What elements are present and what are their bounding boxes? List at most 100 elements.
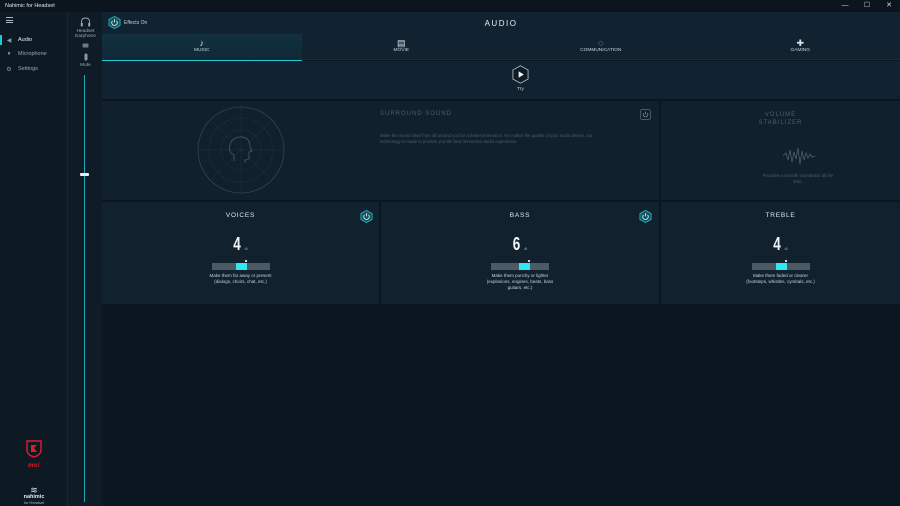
gamepad-icon: ✚	[796, 38, 805, 48]
voices-panel: VOICES 4 dB Make them far away or presen…	[102, 202, 379, 304]
tab-label: MOVIE	[393, 48, 409, 53]
surround-power-button[interactable]	[640, 109, 651, 120]
nahimic-logo: ≋ nahimic for Headset	[18, 485, 50, 506]
bass-desc-line: guitars, etc.)	[507, 285, 533, 290]
headset-device[interactable]: Headset Earphone	[68, 17, 103, 39]
bass-power-button[interactable]	[639, 210, 652, 223]
mute-button[interactable]: Mute	[68, 53, 103, 68]
bass-title: BASS	[509, 212, 531, 219]
surround-description: Make the sound clear from all around you…	[380, 133, 642, 145]
stabilizer-title-line: STABILIZER	[758, 120, 803, 126]
voices-slider[interactable]	[211, 260, 270, 270]
surround-desc-line: technology is made to provide you the be…	[380, 139, 518, 144]
surround-title: SURROUND SOUND	[380, 111, 453, 117]
speaker-icon: ◀	[6, 37, 12, 44]
music-note-icon: ♪	[199, 38, 205, 48]
window-controls: — ☐ ✕	[834, 0, 900, 12]
sidebar: ◀ Audio ♦ Microphone ⚙ Settings msi ≋ na…	[0, 12, 67, 506]
voices-description: Make them far away or present (dialogs, …	[102, 273, 379, 285]
close-button[interactable]: ✕	[878, 0, 900, 12]
treble-description: Make them faded or clearer (footsteps, w…	[661, 273, 900, 285]
tab-movie[interactable]: ▤ MOVIE	[302, 34, 502, 60]
voices-desc-line: (dialogs, choirs, chat, etc.)	[214, 279, 267, 284]
msi-wordmark: msi	[28, 463, 40, 469]
window-title: Nahimic for Headset	[5, 3, 55, 9]
nahimic-subtitle: for Headset	[23, 500, 45, 505]
stabilizer-description: Provides a smooth soundtrack all the tim…	[753, 173, 843, 185]
treble-panel: TREBLE 4 dB Make them faded or clearer (…	[661, 202, 900, 304]
bass-value: 6 dB	[416, 234, 625, 255]
voices-slider-marker	[244, 260, 247, 262]
nahimic-wave-icon: ≋	[30, 485, 38, 495]
minimize-button[interactable]: —	[834, 0, 856, 12]
profile-tabs: ♪ MUSIC ▤ MOVIE ◌ COMMUNICATION ✚ GAMING	[102, 34, 900, 62]
toggle-switch-icon	[82, 43, 89, 48]
mute-speaker-icon	[84, 53, 87, 61]
waveform-icon	[783, 147, 815, 165]
play-button[interactable]	[512, 65, 529, 84]
bass-description: Make them punchy or lighter (explosions,…	[381, 273, 659, 291]
surround-sound-panel: SURROUND SOUND Make the sound clear from…	[102, 101, 659, 200]
voices-power-button[interactable]	[360, 210, 373, 223]
treble-value-number: 4	[773, 234, 781, 254]
try-section: Try	[102, 61, 900, 99]
volume-slider-thumb[interactable]	[80, 173, 89, 176]
voices-title: VOICES	[225, 212, 256, 219]
treble-slider-fill	[775, 263, 787, 270]
mute-label: Mute	[80, 63, 91, 68]
stabilizer-title-line: VOLUME	[764, 112, 797, 118]
microphone-icon: ♦	[7, 51, 11, 57]
voices-value-number: 4	[233, 234, 241, 254]
treble-desc-line: (footsteps, whistles, cymbals, etc.)	[746, 279, 815, 284]
equalizer-row: VOICES 4 dB Make them far away or presen…	[102, 202, 900, 304]
title-bar: Nahimic for Headset — ☐ ✕	[0, 0, 900, 12]
msi-dragon-icon	[26, 440, 42, 458]
device-column: Headset Earphone Mute	[67, 12, 102, 506]
device-toggle-icon[interactable]	[68, 43, 103, 50]
sidebar-item-microphone[interactable]: ♦ Microphone	[0, 47, 67, 61]
stabilizer-desc-line: time.	[793, 179, 803, 184]
headphones-icon	[80, 17, 91, 27]
main-panel: Effects On AUDIO ♪ MUSIC ▤ MOVIE ◌ COMMU…	[102, 12, 900, 506]
header: Effects On AUDIO ♪ MUSIC ▤ MOVIE ◌ COMMU…	[102, 12, 900, 62]
maximize-button[interactable]: ☐	[856, 0, 878, 12]
voices-unit: dB	[244, 247, 248, 251]
voices-slider-fill	[235, 263, 247, 270]
bass-panel: BASS 6 dB Make them punchy or lighter (e…	[381, 202, 659, 304]
tab-divider	[102, 59, 900, 60]
tab-label: MUSIC	[194, 48, 210, 53]
try-label: Try	[517, 87, 524, 92]
treble-slider-marker	[784, 260, 787, 262]
stabilizer-title: VOLUME STABILIZER	[661, 111, 900, 127]
bass-value-number: 6	[512, 234, 521, 254]
tab-label: GAMING	[790, 48, 810, 53]
sidebar-item-label: Audio	[18, 37, 33, 43]
bass-slider-fill	[519, 263, 530, 270]
volume-stabilizer-panel: VOLUME STABILIZER Provides a smooth soun…	[661, 101, 900, 200]
tab-gaming[interactable]: ✚ GAMING	[701, 34, 900, 60]
treble-slider[interactable]	[751, 260, 810, 270]
sidebar-item-label: Settings	[18, 66, 38, 72]
treble-value: 4 dB	[691, 234, 870, 255]
page-title: AUDIO	[484, 19, 518, 28]
tab-label: COMMUNICATION	[580, 48, 622, 53]
chat-bubble-icon: ◌	[598, 38, 604, 48]
earphone-label: Earphone	[75, 34, 96, 39]
sidebar-item-settings[interactable]: ⚙ Settings	[0, 62, 67, 76]
clapperboard-icon: ▤	[396, 38, 406, 48]
volume-slider-track[interactable]	[84, 75, 85, 502]
surround-globe-icon	[197, 106, 285, 194]
tab-music[interactable]: ♪ MUSIC	[102, 34, 302, 62]
treble-unit: dB	[784, 247, 788, 251]
msi-logo: msi	[20, 440, 48, 469]
tab-communication[interactable]: ◌ COMMUNICATION	[501, 34, 701, 60]
hamburger-menu-icon[interactable]	[6, 17, 13, 25]
sidebar-item-audio[interactable]: ◀ Audio	[0, 33, 67, 47]
sidebar-item-label: Microphone	[18, 51, 47, 57]
bass-slider-marker	[528, 260, 530, 262]
bass-unit: dB	[524, 247, 528, 251]
treble-title: TREBLE	[765, 212, 796, 219]
voices-value: 4 dB	[137, 234, 345, 255]
bass-slider[interactable]	[491, 260, 549, 270]
gear-icon: ⚙	[6, 66, 12, 73]
